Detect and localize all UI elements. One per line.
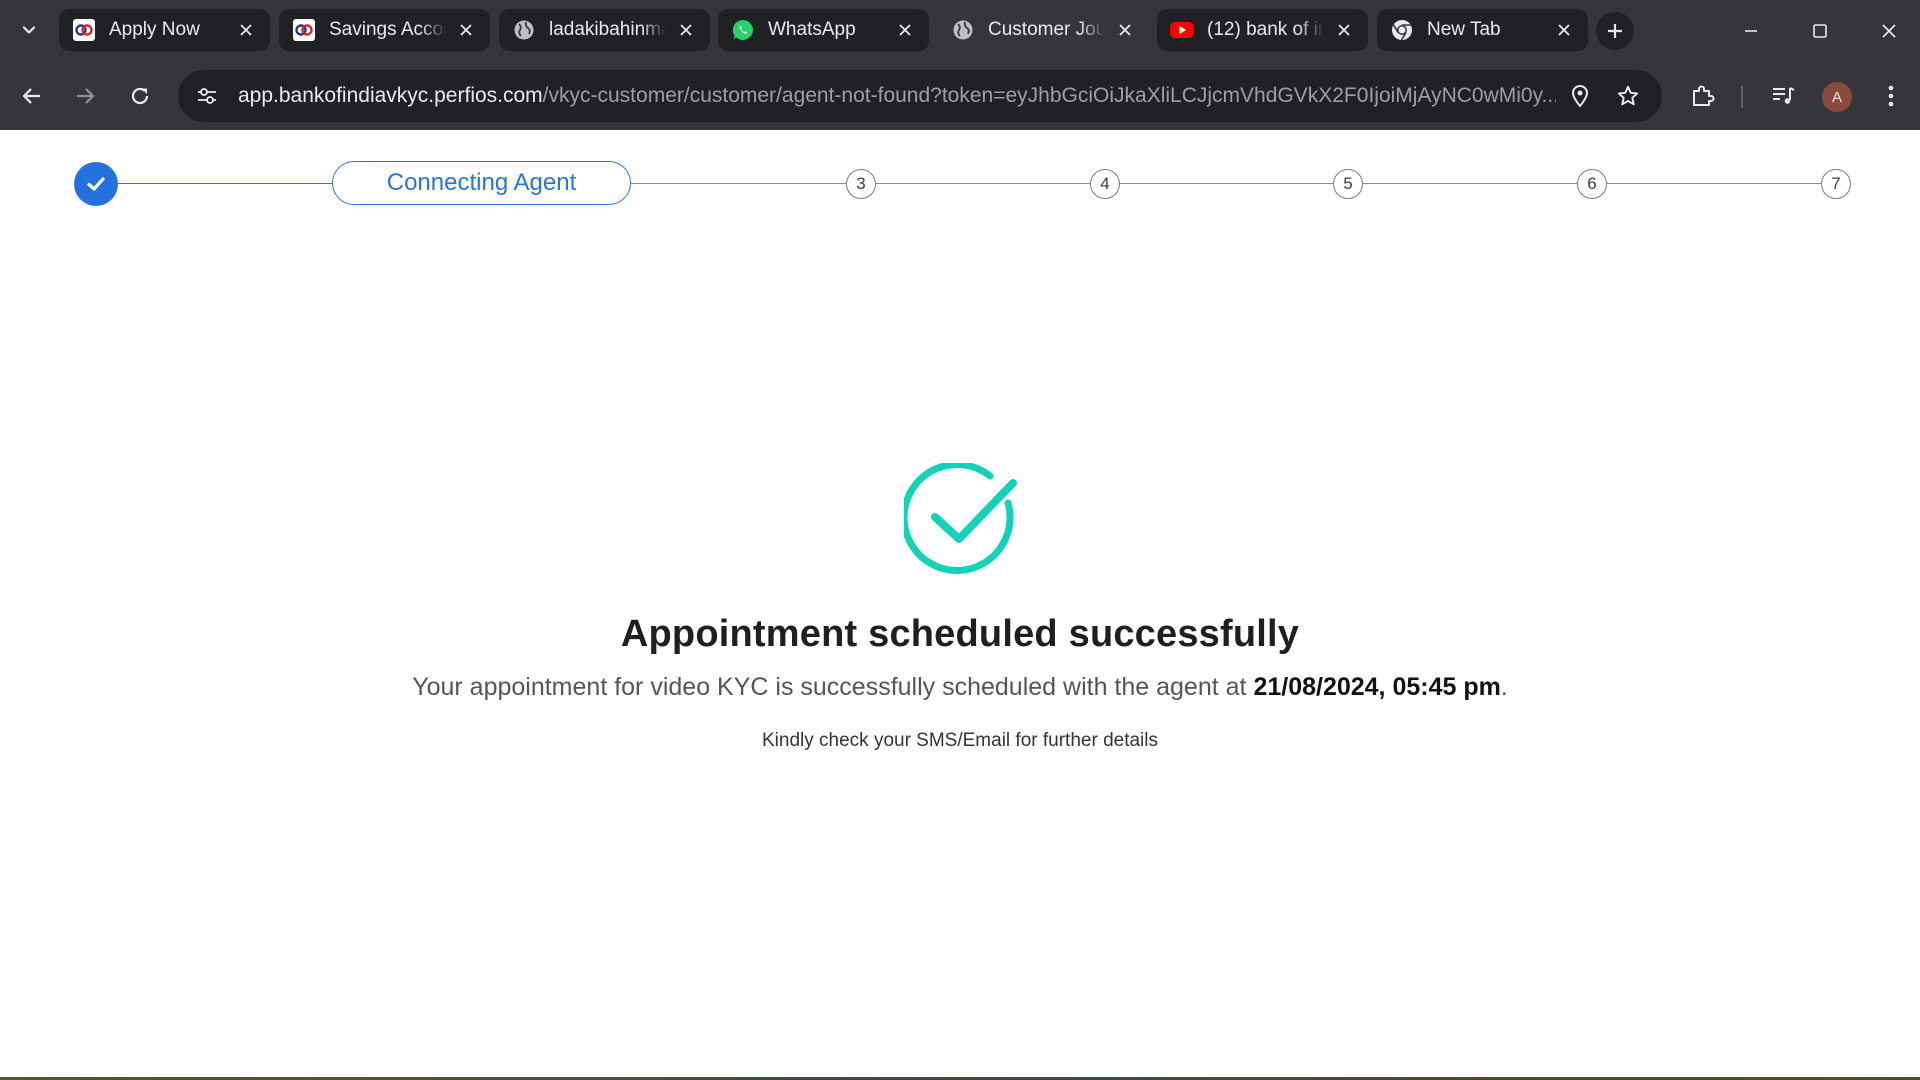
tab-search-icon[interactable] [10,10,48,50]
whatsapp-icon [730,17,756,43]
address-bar[interactable]: app.bankofindiavkyc.perfios.com/vkyc-cus… [178,70,1662,122]
bank-logo-icon [291,17,317,43]
confirmation-note: Kindly check your SMS/Email for further … [762,730,1158,751]
close-icon[interactable] [1332,18,1356,42]
reload-button[interactable] [118,74,162,118]
close-icon[interactable] [234,18,258,42]
back-button[interactable] [10,74,54,118]
step-6: 6 [1577,169,1607,199]
tab-title: WhatsApp [768,19,856,40]
url-host: app.bankofindiavkyc.perfios.com [238,84,543,107]
close-icon[interactable] [1113,18,1137,42]
toolbar-divider [1741,86,1743,108]
close-icon[interactable] [1552,18,1576,42]
progress-stepper: Connecting Agent 3 4 5 6 7 [0,130,1920,230]
url-path: /vkyc-customer/customer/agent-not-found?… [542,84,1556,107]
maximize-button[interactable] [1796,12,1844,50]
extensions-icon[interactable] [1681,74,1725,118]
confirmation-message: Your appointment for video KYC is succes… [0,673,1920,702]
reload-icon [131,87,149,105]
tab-title: Customer Journey [988,19,1105,40]
stepper-line [1607,183,1821,184]
close-window-button[interactable] [1865,12,1913,50]
bookmark-star-icon[interactable] [1604,72,1652,120]
close-icon[interactable] [454,18,478,42]
stepper-line [118,183,332,184]
step-completed [74,162,118,206]
menu-kebab-icon[interactable] [1869,74,1913,118]
arrow-right-icon [77,88,95,104]
minimize-icon [1745,30,1757,32]
tab-title: ladakibahinmaharashtra [549,19,666,40]
tab-title: (12) bank of india [1207,19,1324,40]
success-check-icon [904,463,1017,574]
page-content: Connecting Agent 3 4 5 6 7 Appointment s… [0,130,1920,1080]
arrow-left-icon [22,88,40,104]
site-settings-icon[interactable] [182,71,232,121]
maximize-icon [1813,24,1827,38]
new-tab-button[interactable] [1596,12,1634,50]
close-icon[interactable] [893,18,917,42]
media-control-icon[interactable] [1761,74,1805,118]
message-text: Your appointment for video KYC is succes… [412,673,1254,701]
stepper-line [876,183,1090,184]
confirmation-title: Appointment scheduled successfully [620,613,1300,655]
tab-title: Savings Account [329,19,446,40]
step-7: 7 [1821,169,1851,199]
forward-button[interactable] [63,74,107,118]
tab-strip: Apply Now Savings Account ladakibahinmah… [0,0,1920,62]
url-text[interactable]: app.bankofindiavkyc.perfios.com/vkyc-cus… [238,84,1556,108]
step-5: 5 [1333,169,1363,199]
close-icon[interactable] [674,18,698,42]
stepper-line [1363,183,1577,184]
tab-youtube[interactable]: (12) bank of india [1157,9,1368,51]
step-4: 4 [1090,169,1120,199]
chrome-icon [1389,17,1415,43]
tab-apply-now[interactable]: Apply Now [59,9,270,51]
tab-ladakibahin[interactable]: ladakibahinmaharashtra [499,9,710,51]
tab-title: New Tab [1427,19,1501,40]
tab-whatsapp[interactable]: WhatsApp [718,9,929,51]
globe-icon [511,17,537,43]
bank-logo-icon [71,17,97,43]
youtube-icon [1169,17,1195,43]
profile-avatar[interactable]: A [1822,82,1852,112]
step-3: 3 [846,169,876,199]
browser-chrome: Apply Now Savings Account ladakibahinmah… [0,0,1920,130]
tab-title: Apply Now [109,19,200,40]
stepper-line [631,183,846,184]
plus-icon [1608,24,1622,38]
stepper-line [1120,183,1333,184]
step-connecting-agent: Connecting Agent [332,161,631,205]
checkmark-icon [87,177,105,191]
minimize-button[interactable] [1727,12,1775,50]
tab-customer-journey[interactable]: Customer Journey [938,9,1149,51]
close-icon [1882,24,1896,38]
tab-new-tab[interactable]: New Tab [1377,9,1588,51]
browser-toolbar: app.bankofindiavkyc.perfios.com/vkyc-cus… [0,62,1920,130]
globe-icon [950,17,976,43]
message-suffix: . [1500,673,1508,701]
location-pin-icon[interactable] [1556,72,1604,120]
appointment-datetime: 21/08/2024, 05:45 pm [1253,673,1501,701]
tab-savings-account[interactable]: Savings Account [279,9,490,51]
